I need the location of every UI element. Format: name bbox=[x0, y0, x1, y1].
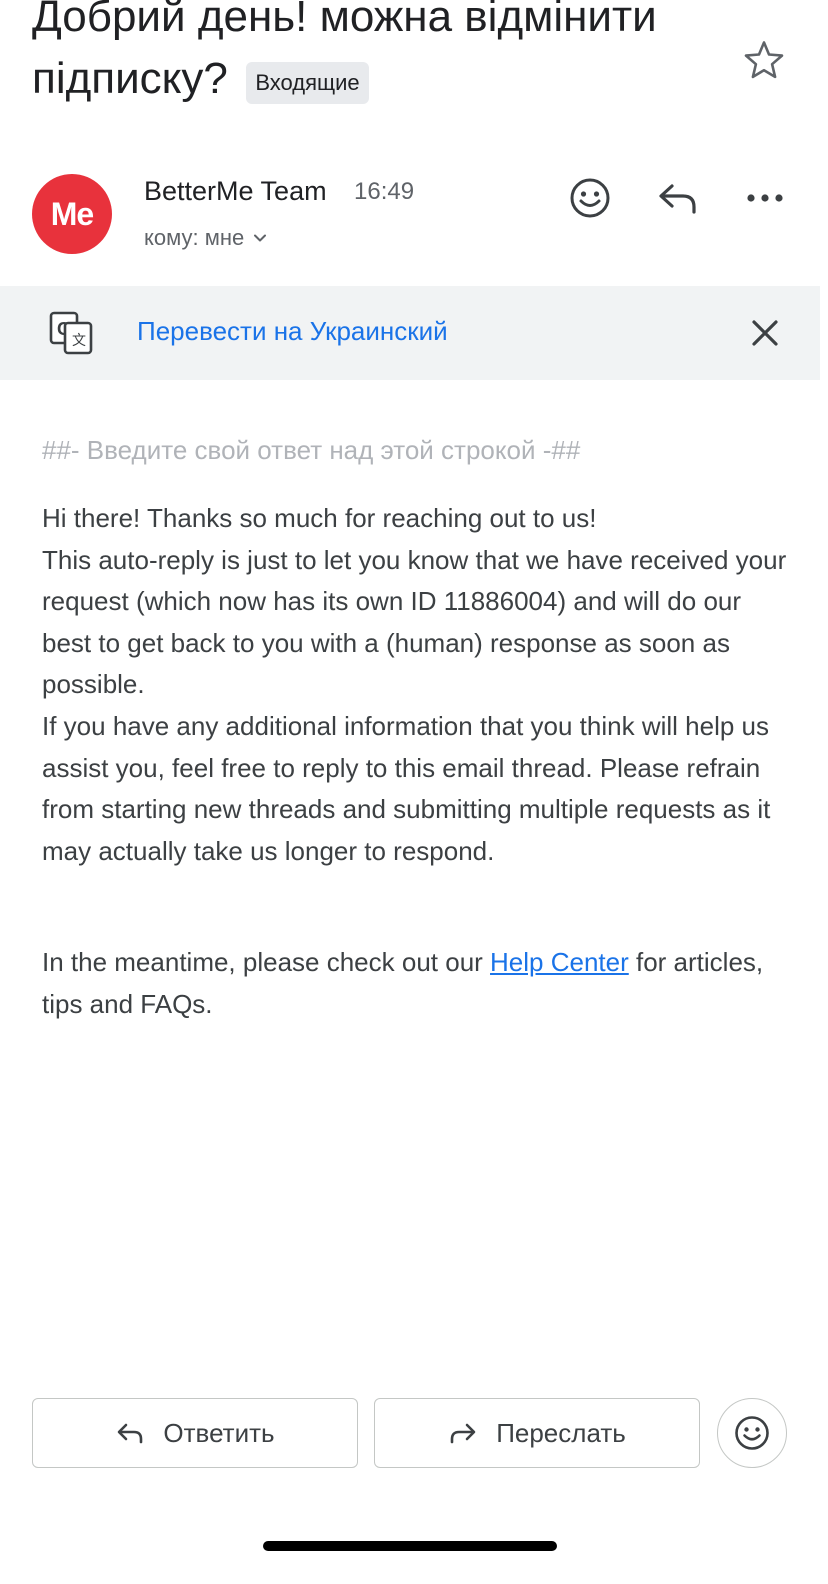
forward-arrow-icon bbox=[450, 1423, 476, 1444]
reply-icon-button[interactable] bbox=[652, 172, 704, 224]
close-icon[interactable] bbox=[742, 310, 788, 356]
sender-avatar[interactable]: Me bbox=[32, 174, 112, 254]
body-paragraph: This auto-reply is just to let you know … bbox=[42, 544, 787, 700]
forward-button[interactable]: Переслать bbox=[374, 1398, 700, 1468]
star-icon[interactable] bbox=[742, 38, 786, 82]
recipient-toggle[interactable]: кому: мне bbox=[144, 225, 268, 251]
email-body: Hi there! Thanks so much for reaching ou… bbox=[42, 498, 792, 872]
reply-arrow-icon bbox=[659, 184, 696, 214]
reply-separator-line: ##- Введите свой ответ над этой строкой … bbox=[42, 435, 581, 465]
translate-banner: G 文 Перевести на Украинский bbox=[0, 286, 820, 380]
smiley-icon bbox=[570, 178, 610, 218]
svg-text:文: 文 bbox=[72, 333, 86, 349]
help-center-link[interactable]: Help Center bbox=[490, 947, 629, 977]
body-paragraph: If you have any additional information t… bbox=[42, 710, 771, 866]
reply-button[interactable]: Ответить bbox=[32, 1398, 358, 1468]
email-time: 16:49 bbox=[354, 178, 415, 205]
forward-button-label: Переслать bbox=[496, 1417, 626, 1448]
home-indicator[interactable] bbox=[263, 1541, 557, 1551]
more-horizontal-icon bbox=[747, 194, 783, 202]
translate-link[interactable]: Перевести на Украинский bbox=[137, 316, 448, 347]
meantime-paragraph: In the meantime, please check out our He… bbox=[42, 942, 792, 1025]
inbox-label-chip[interactable]: Входящие bbox=[246, 61, 369, 104]
body-paragraph: Hi there! Thanks so much for reaching ou… bbox=[42, 503, 597, 533]
smiley-icon bbox=[735, 1416, 769, 1450]
chevron-down-icon bbox=[254, 234, 267, 242]
email-subject-header: Добрий день! можна відмінити підписку? В… bbox=[32, 0, 732, 110]
recipient-label: кому: мне bbox=[144, 225, 245, 250]
reply-arrow-icon bbox=[118, 1423, 143, 1444]
reply-button-label: Ответить bbox=[163, 1417, 275, 1448]
meantime-text: In the meantime, please check out our bbox=[42, 947, 491, 977]
google-translate-icon: G 文 bbox=[49, 311, 93, 355]
more-options-button[interactable] bbox=[739, 172, 791, 224]
react-emoji-button[interactable] bbox=[717, 1398, 787, 1468]
add-reaction-button[interactable] bbox=[564, 172, 616, 224]
sender-name[interactable]: BetterMe Team bbox=[144, 176, 327, 207]
